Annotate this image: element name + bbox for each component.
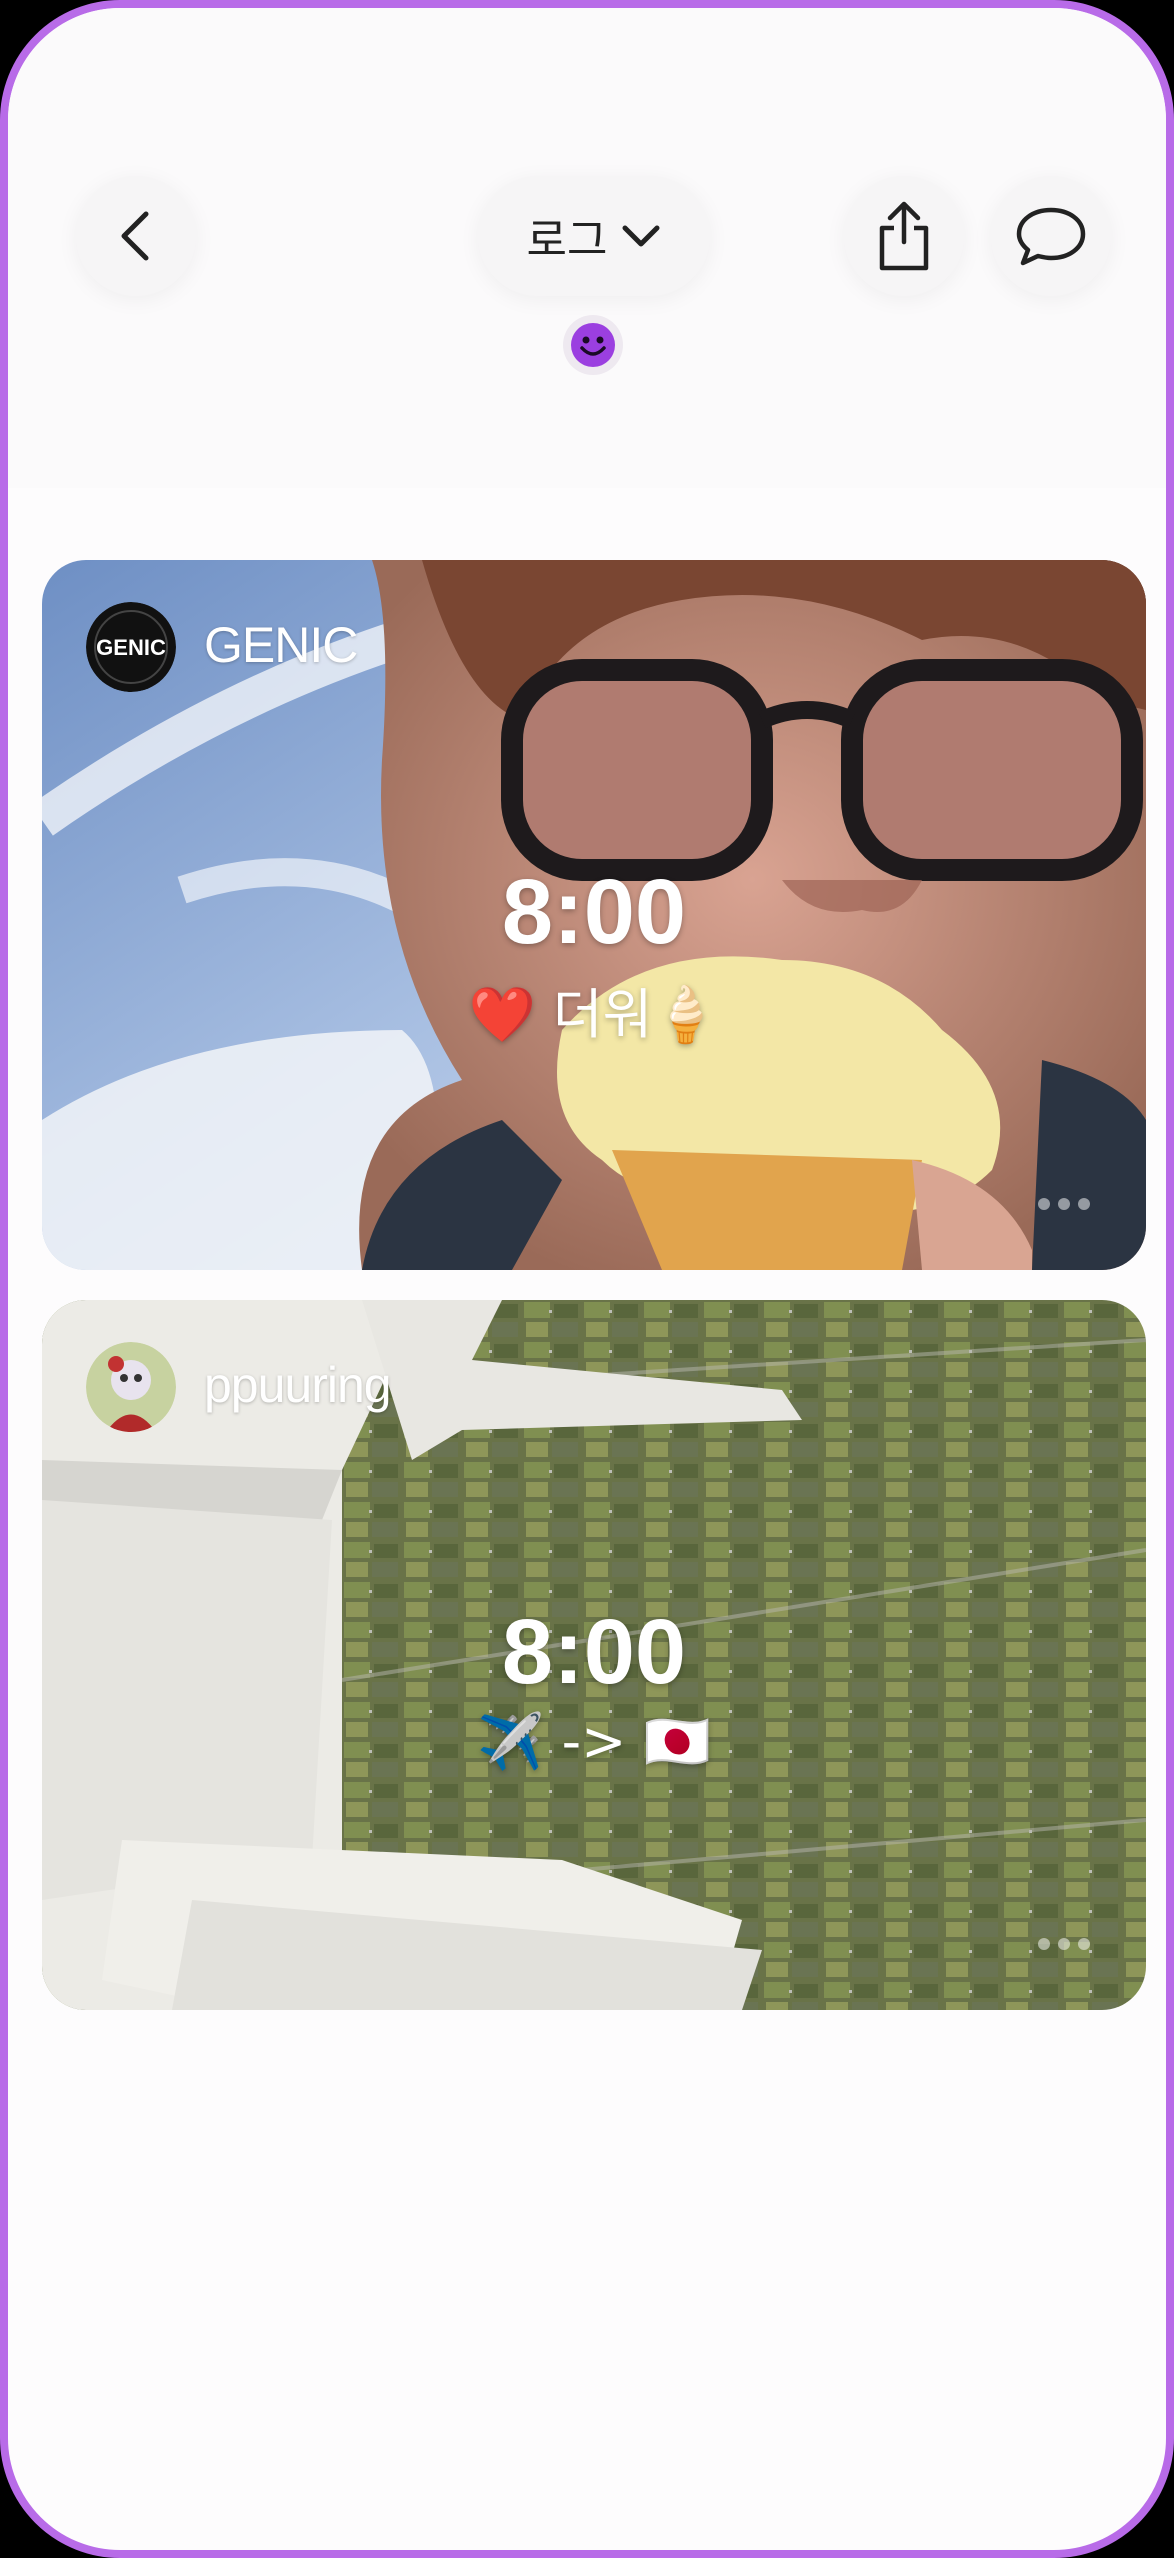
phone-screen: 로그 GENIC GENIC 8:00 ❤️ 더워🍦 ppuuring 8:00… xyxy=(0,0,1174,2558)
share-icon xyxy=(879,201,929,271)
smiley-face-icon xyxy=(571,323,615,367)
post-time: 8:00 xyxy=(501,1601,687,1703)
chat-bubble-icon xyxy=(1016,207,1086,266)
log-card[interactable]: ppuuring 8:00 ✈️ -> 🇯🇵 xyxy=(42,1300,1146,2010)
back-button[interactable] xyxy=(76,176,196,296)
post-caption: ❤️ 더워🍦 xyxy=(468,983,720,1046)
username[interactable]: ppuuring xyxy=(204,1356,392,1414)
chevron-left-icon xyxy=(121,211,149,261)
profile-photo xyxy=(86,1342,176,1432)
page-indicator xyxy=(1038,1198,1090,1210)
chevron-down-icon xyxy=(622,225,660,247)
share-button[interactable] xyxy=(844,176,964,296)
post-caption: ✈️ -> 🇯🇵 xyxy=(477,1710,711,1773)
genic-logo: GENIC xyxy=(86,602,176,692)
avatar[interactable] xyxy=(86,1342,176,1432)
dropdown-label: 로그 xyxy=(526,215,608,266)
log-view-dropdown[interactable]: 로그 xyxy=(478,176,710,296)
header-bar: 로그 xyxy=(8,8,1166,488)
avatar[interactable]: GENIC xyxy=(86,602,176,692)
log-card[interactable]: GENIC GENIC 8:00 ❤️ 더워🍦 xyxy=(42,560,1146,1270)
page-indicator xyxy=(1038,1938,1090,1950)
svg-text:GENIC: GENIC xyxy=(96,635,166,660)
post-time: 8:00 xyxy=(501,861,687,963)
comments-button[interactable] xyxy=(991,176,1111,296)
mood-emoji-button[interactable] xyxy=(563,315,623,375)
username[interactable]: GENIC xyxy=(204,616,358,674)
